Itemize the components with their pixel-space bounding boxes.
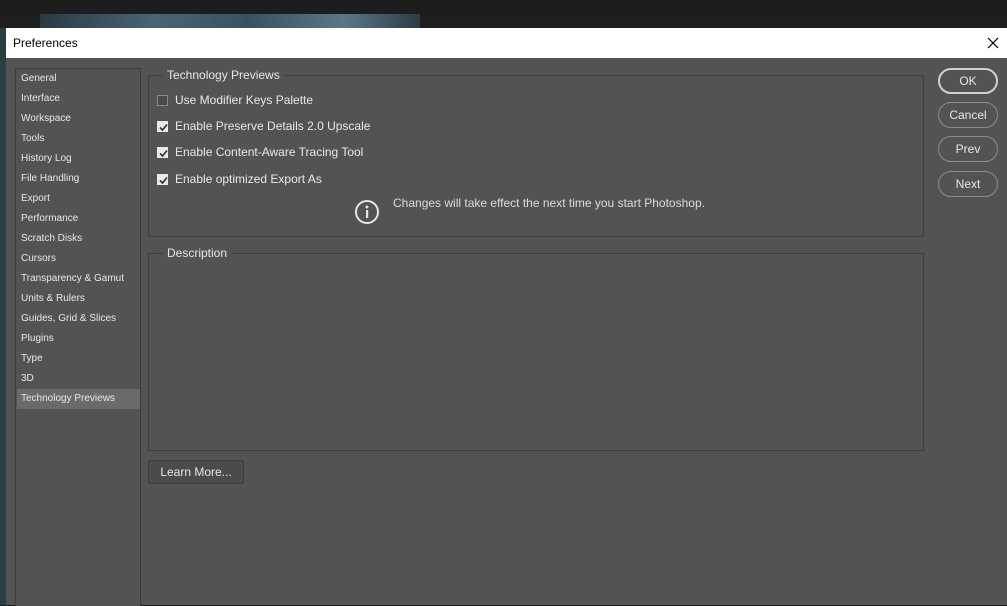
description-legend: Description — [163, 246, 232, 260]
title-bar: Preferences — [6, 28, 1007, 58]
sidebar-item-units-rulers[interactable]: Units & Rulers — [17, 289, 140, 309]
preferences-category-list: General Interface Workspace Tools Histor… — [15, 68, 141, 606]
sidebar-item-performance[interactable]: Performance — [17, 209, 140, 229]
option-modifier-keys-palette[interactable]: Use Modifier Keys Palette — [157, 92, 313, 108]
restart-notice: Changes will take effect the next time y… — [393, 196, 705, 210]
close-icon[interactable] — [983, 33, 1003, 53]
technology-previews-legend: Technology Previews — [163, 68, 284, 82]
ok-button[interactable]: OK — [938, 68, 998, 94]
sidebar-item-transparency-gamut[interactable]: Transparency & Gamut — [17, 269, 140, 289]
cancel-button[interactable]: Cancel — [938, 102, 998, 128]
option-preserve-details-upscale[interactable]: Enable Preserve Details 2.0 Upscale — [157, 118, 370, 134]
option-optimized-export-as[interactable]: Enable optimized Export As — [157, 171, 322, 187]
sidebar-item-scratch-disks[interactable]: Scratch Disks — [17, 229, 140, 249]
description-group: Description — [148, 246, 924, 451]
checkbox-content-aware-tracing[interactable] — [157, 146, 168, 158]
sidebar-item-technology-previews[interactable]: Technology Previews — [17, 389, 140, 409]
sidebar-item-history-log[interactable]: History Log — [17, 149, 140, 169]
sidebar-item-file-handling[interactable]: File Handling — [17, 169, 140, 189]
sidebar-item-3d[interactable]: 3D — [17, 369, 140, 389]
checkbox-preserve-details-upscale[interactable] — [157, 120, 168, 132]
prev-button[interactable]: Prev — [938, 136, 998, 162]
next-button[interactable]: Next — [938, 171, 998, 197]
sidebar-item-guides-grid-slices[interactable]: Guides, Grid & Slices — [17, 309, 140, 329]
checkbox-optimized-export-as[interactable] — [157, 173, 168, 185]
sidebar-item-interface[interactable]: Interface — [17, 89, 140, 109]
background-image-strip — [40, 14, 420, 28]
checkmark-icon — [159, 176, 168, 184]
sidebar-item-export[interactable]: Export — [17, 189, 140, 209]
sidebar-item-workspace[interactable]: Workspace — [17, 109, 140, 129]
option-content-aware-tracing[interactable]: Enable Content-Aware Tracing Tool — [157, 144, 363, 160]
option-label: Enable Preserve Details 2.0 Upscale — [175, 119, 371, 133]
option-label: Enable optimized Export As — [175, 172, 322, 186]
sidebar-item-general[interactable]: General — [17, 69, 140, 89]
dialog-title: Preferences — [13, 36, 78, 50]
sidebar-item-plugins[interactable]: Plugins — [17, 329, 140, 349]
info-icon — [354, 199, 380, 225]
sidebar-item-cursors[interactable]: Cursors — [17, 249, 140, 269]
checkmark-icon — [159, 149, 168, 157]
option-label: Enable Content-Aware Tracing Tool — [175, 145, 364, 159]
sidebar-item-tools[interactable]: Tools — [17, 129, 140, 149]
checkbox-modifier-keys-palette[interactable] — [157, 94, 168, 106]
technology-previews-group: Technology Previews Use Modifier Keys Pa… — [148, 68, 924, 237]
checkmark-icon — [159, 123, 168, 131]
sidebar-item-type[interactable]: Type — [17, 349, 140, 369]
learn-more-button[interactable]: Learn More... — [148, 460, 244, 484]
preferences-dialog: Preferences General Interface Workspace … — [6, 28, 1007, 606]
option-label: Use Modifier Keys Palette — [175, 93, 314, 107]
